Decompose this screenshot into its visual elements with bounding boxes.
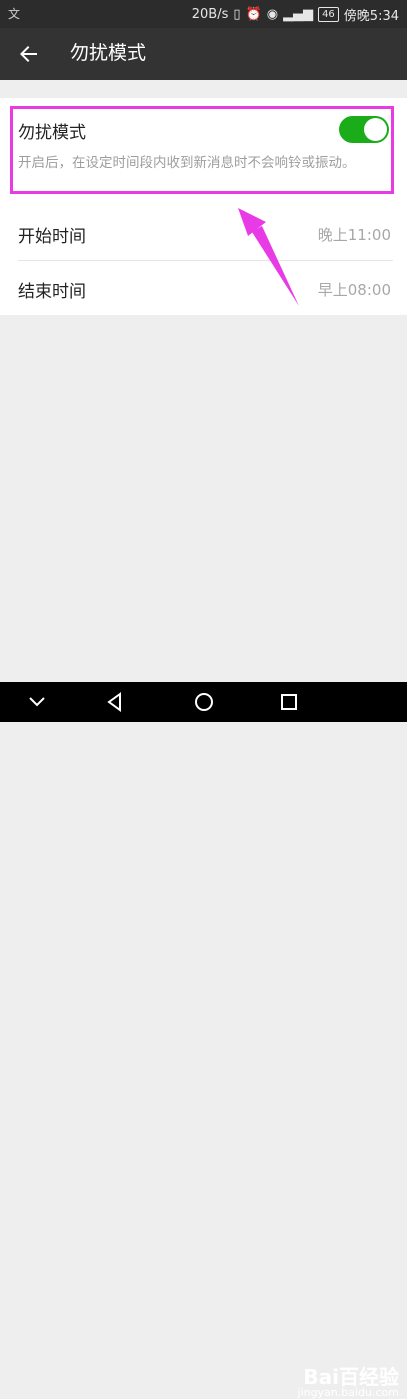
end-time-row[interactable]: 结束时间 早上08:00 xyxy=(0,261,407,315)
app-bar: 勿扰模式 xyxy=(0,28,407,80)
recents-square-icon[interactable] xyxy=(278,682,300,722)
vibrate-icon: ▯ xyxy=(233,7,241,22)
notification-icon: 文 xyxy=(8,7,21,21)
start-time-value: 晚上11:00 xyxy=(317,226,391,244)
end-time-value: 早上08:00 xyxy=(317,281,391,299)
home-circle-icon[interactable] xyxy=(193,682,215,722)
dnd-description: 开启后，在设定时间段内收到新消息时不会响铃或振动。 xyxy=(18,155,356,171)
page-title: 勿扰模式 xyxy=(70,42,147,64)
chevron-down-icon[interactable] xyxy=(26,682,48,722)
settings-list: 勿扰模式 开启后，在设定时间段内收到新消息时不会响铃或振动。 开始时间 晚上11… xyxy=(0,98,407,315)
signal-icon: ▂▄▆ xyxy=(283,7,314,22)
toggle-knob xyxy=(364,118,387,141)
dnd-label: 勿扰模式 xyxy=(18,123,86,143)
alarm-icon: ⏰ xyxy=(245,7,262,22)
status-icons: 20B/s ▯ ⏰ ◉ ▂▄▆ 46 傍晚5:34 xyxy=(192,5,399,24)
start-time-row[interactable]: 开始时间 晚上11:00 xyxy=(0,206,407,260)
watermark-url: jingyan.baidu.com xyxy=(297,1386,399,1399)
eye-icon: ◉ xyxy=(266,7,279,22)
net-speed: 20B/s xyxy=(191,7,229,22)
back-triangle-icon[interactable] xyxy=(104,682,126,722)
end-time-label: 结束时间 xyxy=(18,282,86,302)
dnd-setting-row[interactable]: 勿扰模式 开启后，在设定时间段内收到新消息时不会响铃或振动。 xyxy=(0,98,407,206)
status-bar: 文 20B/s ▯ ⏰ ◉ ▂▄▆ 46 傍晚5:34 xyxy=(0,0,407,28)
start-time-label: 开始时间 xyxy=(18,227,86,247)
status-time: 傍晚5:34 xyxy=(343,9,399,24)
dnd-toggle[interactable] xyxy=(339,116,389,143)
battery-icon: 46 xyxy=(318,7,339,22)
back-arrow-icon[interactable] xyxy=(17,42,41,66)
navigation-bar: Bai百经验 jingyan.baidu.com xyxy=(0,682,407,1399)
watermark-logo: Bai百经验 xyxy=(303,1365,399,1389)
